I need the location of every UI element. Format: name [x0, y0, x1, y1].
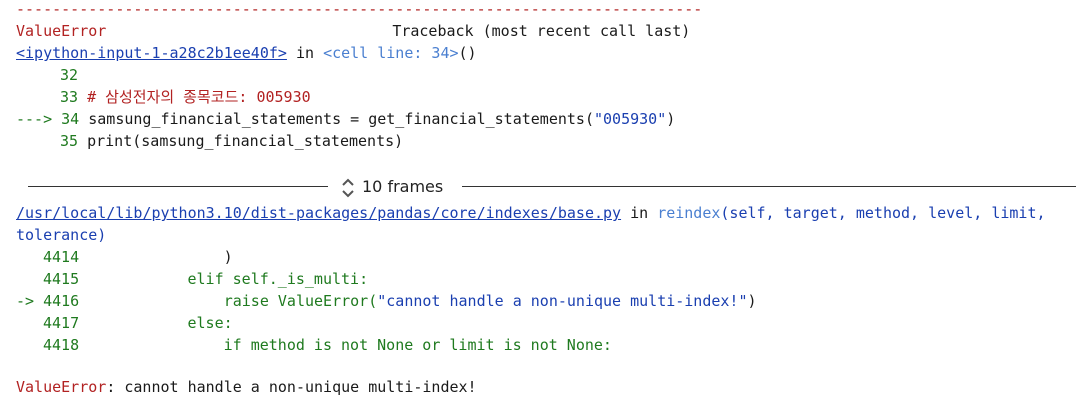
code-text: elif self._is_multi:: [79, 270, 369, 288]
function-args: (self, target, method, level, limit,: [720, 204, 1046, 222]
code-string: "005930": [593, 110, 667, 128]
code-text: (samsung_financial_statements): [132, 132, 404, 150]
code-text: samsung_financial_statements = get_finan…: [88, 110, 594, 128]
code-line-33: 33 # 삼성전자의 종목코드: 005930: [16, 86, 311, 108]
source-file-link[interactable]: /usr/local/lib/python3.10/dist-packages/…: [16, 204, 621, 222]
line-number: 4416: [43, 292, 80, 310]
line-number: 32: [60, 66, 79, 84]
frames-divider-left: [28, 186, 328, 187]
line-number: 34: [61, 110, 80, 128]
line-number: 4415: [43, 270, 80, 288]
frame1-header: <ipython-input-1-a28c2b1ee40f> in <cell …: [16, 42, 477, 64]
code-text: if method is not None or limit is not No…: [79, 336, 612, 354]
code-line-4414: 4414 ): [16, 246, 233, 268]
in-label: in: [621, 204, 658, 222]
code-string: "cannot handle a non-unique multi-index!…: [377, 292, 748, 310]
code-comment: # 삼성전자의 종목코드: 005930: [87, 88, 311, 106]
cell-paren: (): [458, 44, 477, 62]
code-line-4417: 4417 else:: [16, 312, 233, 334]
code-text: ): [747, 292, 757, 310]
code-line-4416: -> 4416 raise ValueError("cannot handle …: [16, 290, 757, 312]
code-text: print: [87, 132, 133, 150]
code-line-4415: 4415 elif self._is_multi:: [16, 268, 368, 290]
top-rule: ----------------------------------------…: [16, 0, 703, 18]
code-text: else:: [79, 314, 233, 332]
code-line-4418: 4418 if method is not None or limit is n…: [16, 334, 612, 356]
current-line-arrow: ->: [16, 292, 44, 310]
line-number: 4417: [43, 314, 80, 332]
line-number: 4414: [43, 248, 80, 266]
code-text: ): [79, 248, 233, 266]
error-message: : cannot handle a non-unique multi-index…: [106, 378, 477, 396]
line-number: 35: [60, 132, 79, 150]
function-args-continued: tolerance): [16, 226, 107, 244]
line-number: 4418: [43, 336, 80, 354]
code-line-35: 35 print(samsung_financial_statements): [16, 130, 403, 152]
error-type: ValueError: [16, 378, 107, 396]
code-line-32: 32: [16, 64, 78, 86]
frames-divider-right: [462, 186, 1076, 187]
frame2-header: /usr/local/lib/python3.10/dist-packages/…: [16, 202, 1046, 224]
in-label: in: [286, 44, 324, 62]
error-type: ValueError: [16, 22, 107, 40]
frames-count-label: 10 frames: [362, 177, 444, 196]
ipython-input-link[interactable]: <ipython-input-1-a28c2b1ee40f>: [16, 44, 287, 62]
code-line-34: ---> 34 samsung_financial_statements = g…: [16, 108, 675, 130]
final-error-message: ValueError: cannot handle a non-unique m…: [16, 376, 477, 398]
cell-location: <cell line: 34>: [323, 44, 459, 62]
error-header: ValueError Traceback (most recent call la…: [16, 20, 690, 42]
current-line-arrow: --->: [16, 110, 62, 128]
code-text: ): [666, 110, 676, 128]
function-name: reindex: [657, 204, 721, 222]
line-number: 33: [60, 88, 79, 106]
traceback-title: Traceback (most recent call last): [392, 22, 691, 40]
frames-toggle-button[interactable]: 10 frames: [340, 174, 443, 200]
code-text: raise ValueError(: [79, 292, 378, 310]
expand-collapse-icon: [342, 178, 354, 197]
